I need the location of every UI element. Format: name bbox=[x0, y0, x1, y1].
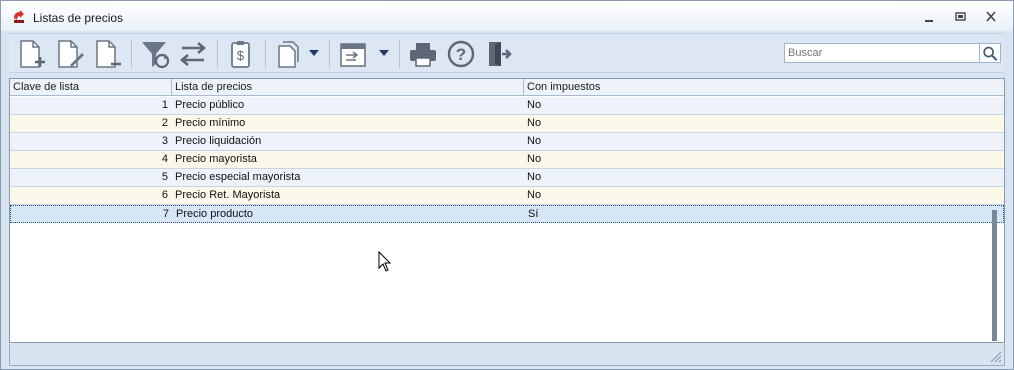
cell-name: Precio especial mayorista bbox=[175, 171, 301, 183]
new-document-icon[interactable] bbox=[15, 38, 47, 70]
delete-document-icon[interactable] bbox=[91, 38, 123, 70]
print-icon[interactable] bbox=[407, 38, 439, 70]
column-header-name[interactable]: Lista de precios bbox=[172, 79, 524, 96]
copy-dropdown-icon[interactable] bbox=[307, 47, 321, 59]
restore-icon[interactable] bbox=[953, 10, 969, 24]
search-input[interactable] bbox=[784, 43, 980, 63]
title-bar: Listas de precios bbox=[1, 1, 1013, 31]
column-header-tax[interactable]: Con impuestos bbox=[524, 79, 1004, 96]
toolbar-separator bbox=[399, 40, 400, 68]
price-list-icon[interactable]: $ bbox=[225, 38, 257, 70]
cell-key: 2 bbox=[161, 117, 168, 129]
cell-name: Precio Ret. Mayorista bbox=[175, 189, 281, 201]
filter-refresh-icon[interactable] bbox=[139, 38, 171, 70]
cell-key: 3 bbox=[161, 135, 168, 147]
svg-text:$: $ bbox=[237, 48, 245, 63]
close-icon[interactable] bbox=[983, 10, 999, 24]
toolbar-separator bbox=[329, 40, 330, 68]
app-logo-icon bbox=[14, 10, 24, 23]
toolbar: $ ? bbox=[9, 33, 1005, 73]
cell-name: Precio liquidación bbox=[175, 135, 262, 147]
help-icon[interactable]: ? bbox=[445, 38, 477, 70]
search-icon[interactable] bbox=[980, 43, 1001, 63]
cell-key: 5 bbox=[161, 171, 168, 183]
table-row[interactable]: 5 Precio especial mayorista No bbox=[10, 169, 1004, 187]
cell-key: 6 bbox=[161, 189, 168, 201]
cell-key: 1 bbox=[161, 99, 168, 111]
table-row-selected[interactable]: 7 Precio producto Sí bbox=[10, 205, 1004, 223]
table-row[interactable]: 3 Precio liquidación No bbox=[10, 133, 1004, 151]
exit-icon[interactable] bbox=[483, 38, 515, 70]
svg-text:?: ? bbox=[456, 45, 466, 64]
toolbar-separator bbox=[131, 40, 132, 68]
toolbar-separator bbox=[265, 40, 266, 68]
copy-document-icon[interactable] bbox=[271, 38, 303, 70]
cell-name: Precio mayorista bbox=[175, 153, 257, 165]
vertical-scrollbar[interactable] bbox=[992, 210, 997, 341]
table-row[interactable]: 1 Precio público No bbox=[10, 97, 1004, 115]
status-bar bbox=[9, 344, 1005, 366]
edit-document-icon[interactable] bbox=[53, 38, 85, 70]
column-header-key[interactable]: Clave de lista bbox=[10, 79, 172, 96]
cell-tax: No bbox=[527, 99, 542, 111]
price-lists-window: Listas de precios $ ? Buscar Clave de li… bbox=[0, 0, 1014, 370]
cell-tax: No bbox=[527, 135, 542, 147]
mouse-cursor-icon bbox=[378, 251, 392, 272]
cell-key: 4 bbox=[161, 153, 168, 165]
cell-tax: Sí bbox=[528, 208, 539, 220]
price-lists-grid: Clave de lista Lista de precios Con impu… bbox=[9, 78, 1005, 343]
cell-name: Precio producto bbox=[176, 208, 254, 220]
resize-grip-icon[interactable] bbox=[988, 349, 1002, 363]
toolbar-separator bbox=[217, 40, 218, 68]
export-dropdown-icon[interactable] bbox=[377, 47, 391, 59]
swap-arrows-icon[interactable] bbox=[177, 38, 209, 70]
table-row[interactable]: 6 Precio Ret. Mayorista No bbox=[10, 187, 1004, 205]
cell-tax: No bbox=[527, 117, 542, 129]
export-window-icon[interactable] bbox=[337, 38, 369, 70]
table-row[interactable]: 2 Precio mínimo No bbox=[10, 115, 1004, 133]
window-title: Listas de precios bbox=[33, 11, 124, 25]
minimize-icon[interactable] bbox=[921, 10, 937, 24]
cell-tax: No bbox=[527, 189, 542, 201]
cell-key: 7 bbox=[162, 208, 169, 220]
cell-name: Precio mínimo bbox=[175, 117, 246, 129]
table-row[interactable]: 4 Precio mayorista No bbox=[10, 151, 1004, 169]
cell-tax: No bbox=[527, 171, 542, 183]
cell-tax: No bbox=[527, 153, 542, 165]
cell-name: Precio público bbox=[175, 99, 245, 111]
grid-header: Clave de lista Lista de precios Con impu… bbox=[10, 79, 1004, 96]
